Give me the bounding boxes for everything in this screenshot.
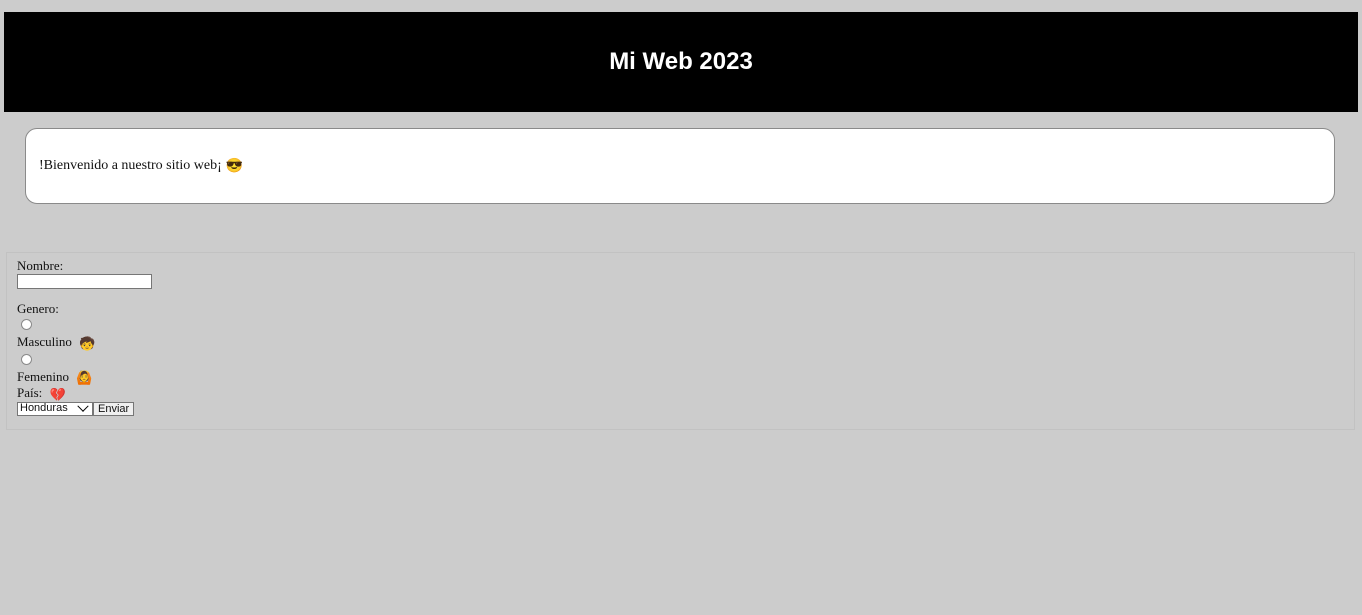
welcome-text: !Bienvenido a nuestro sitio web¡ bbox=[39, 158, 222, 173]
name-label: Nombre: bbox=[17, 258, 64, 273]
country-select[interactable]: Honduras bbox=[17, 400, 93, 416]
radio-femenino[interactable] bbox=[21, 353, 32, 365]
name-input[interactable] bbox=[17, 274, 152, 289]
masculino-label: Masculino bbox=[17, 334, 72, 349]
chevron-down-icon bbox=[77, 400, 89, 412]
submit-button[interactable]: Enviar bbox=[93, 401, 135, 416]
country-row: País: 💔 bbox=[17, 385, 1344, 402]
signup-form: Nombre: Genero: Masculino 🧒 Femenino 🙆 P… bbox=[6, 252, 1355, 430]
option-masculino: Masculino 🧒 bbox=[17, 334, 1344, 351]
country-submit-row: Honduras Enviar bbox=[17, 400, 1344, 417]
country-label: País: bbox=[17, 385, 43, 401]
broken-heart-icon: 💔 bbox=[49, 386, 66, 402]
page-header: Mi Web 2023 bbox=[4, 12, 1358, 112]
option-femenino: Femenino 🙆 bbox=[17, 369, 1344, 386]
welcome-box: !Bienvenido a nuestro sitio web¡ 😎 bbox=[25, 128, 1335, 204]
gender-label: Genero: bbox=[17, 301, 59, 316]
woman-gesturing-ok-icon: 🙆 bbox=[76, 370, 93, 386]
page-title: Mi Web 2023 bbox=[609, 48, 753, 75]
boy-icon: 🧒 bbox=[79, 335, 96, 351]
femenino-label: Femenino bbox=[17, 368, 69, 384]
sunglasses-face-icon: 😎 bbox=[225, 158, 244, 174]
country-selected-value: Honduras bbox=[20, 402, 68, 415]
radio-masculino[interactable] bbox=[21, 319, 32, 330]
